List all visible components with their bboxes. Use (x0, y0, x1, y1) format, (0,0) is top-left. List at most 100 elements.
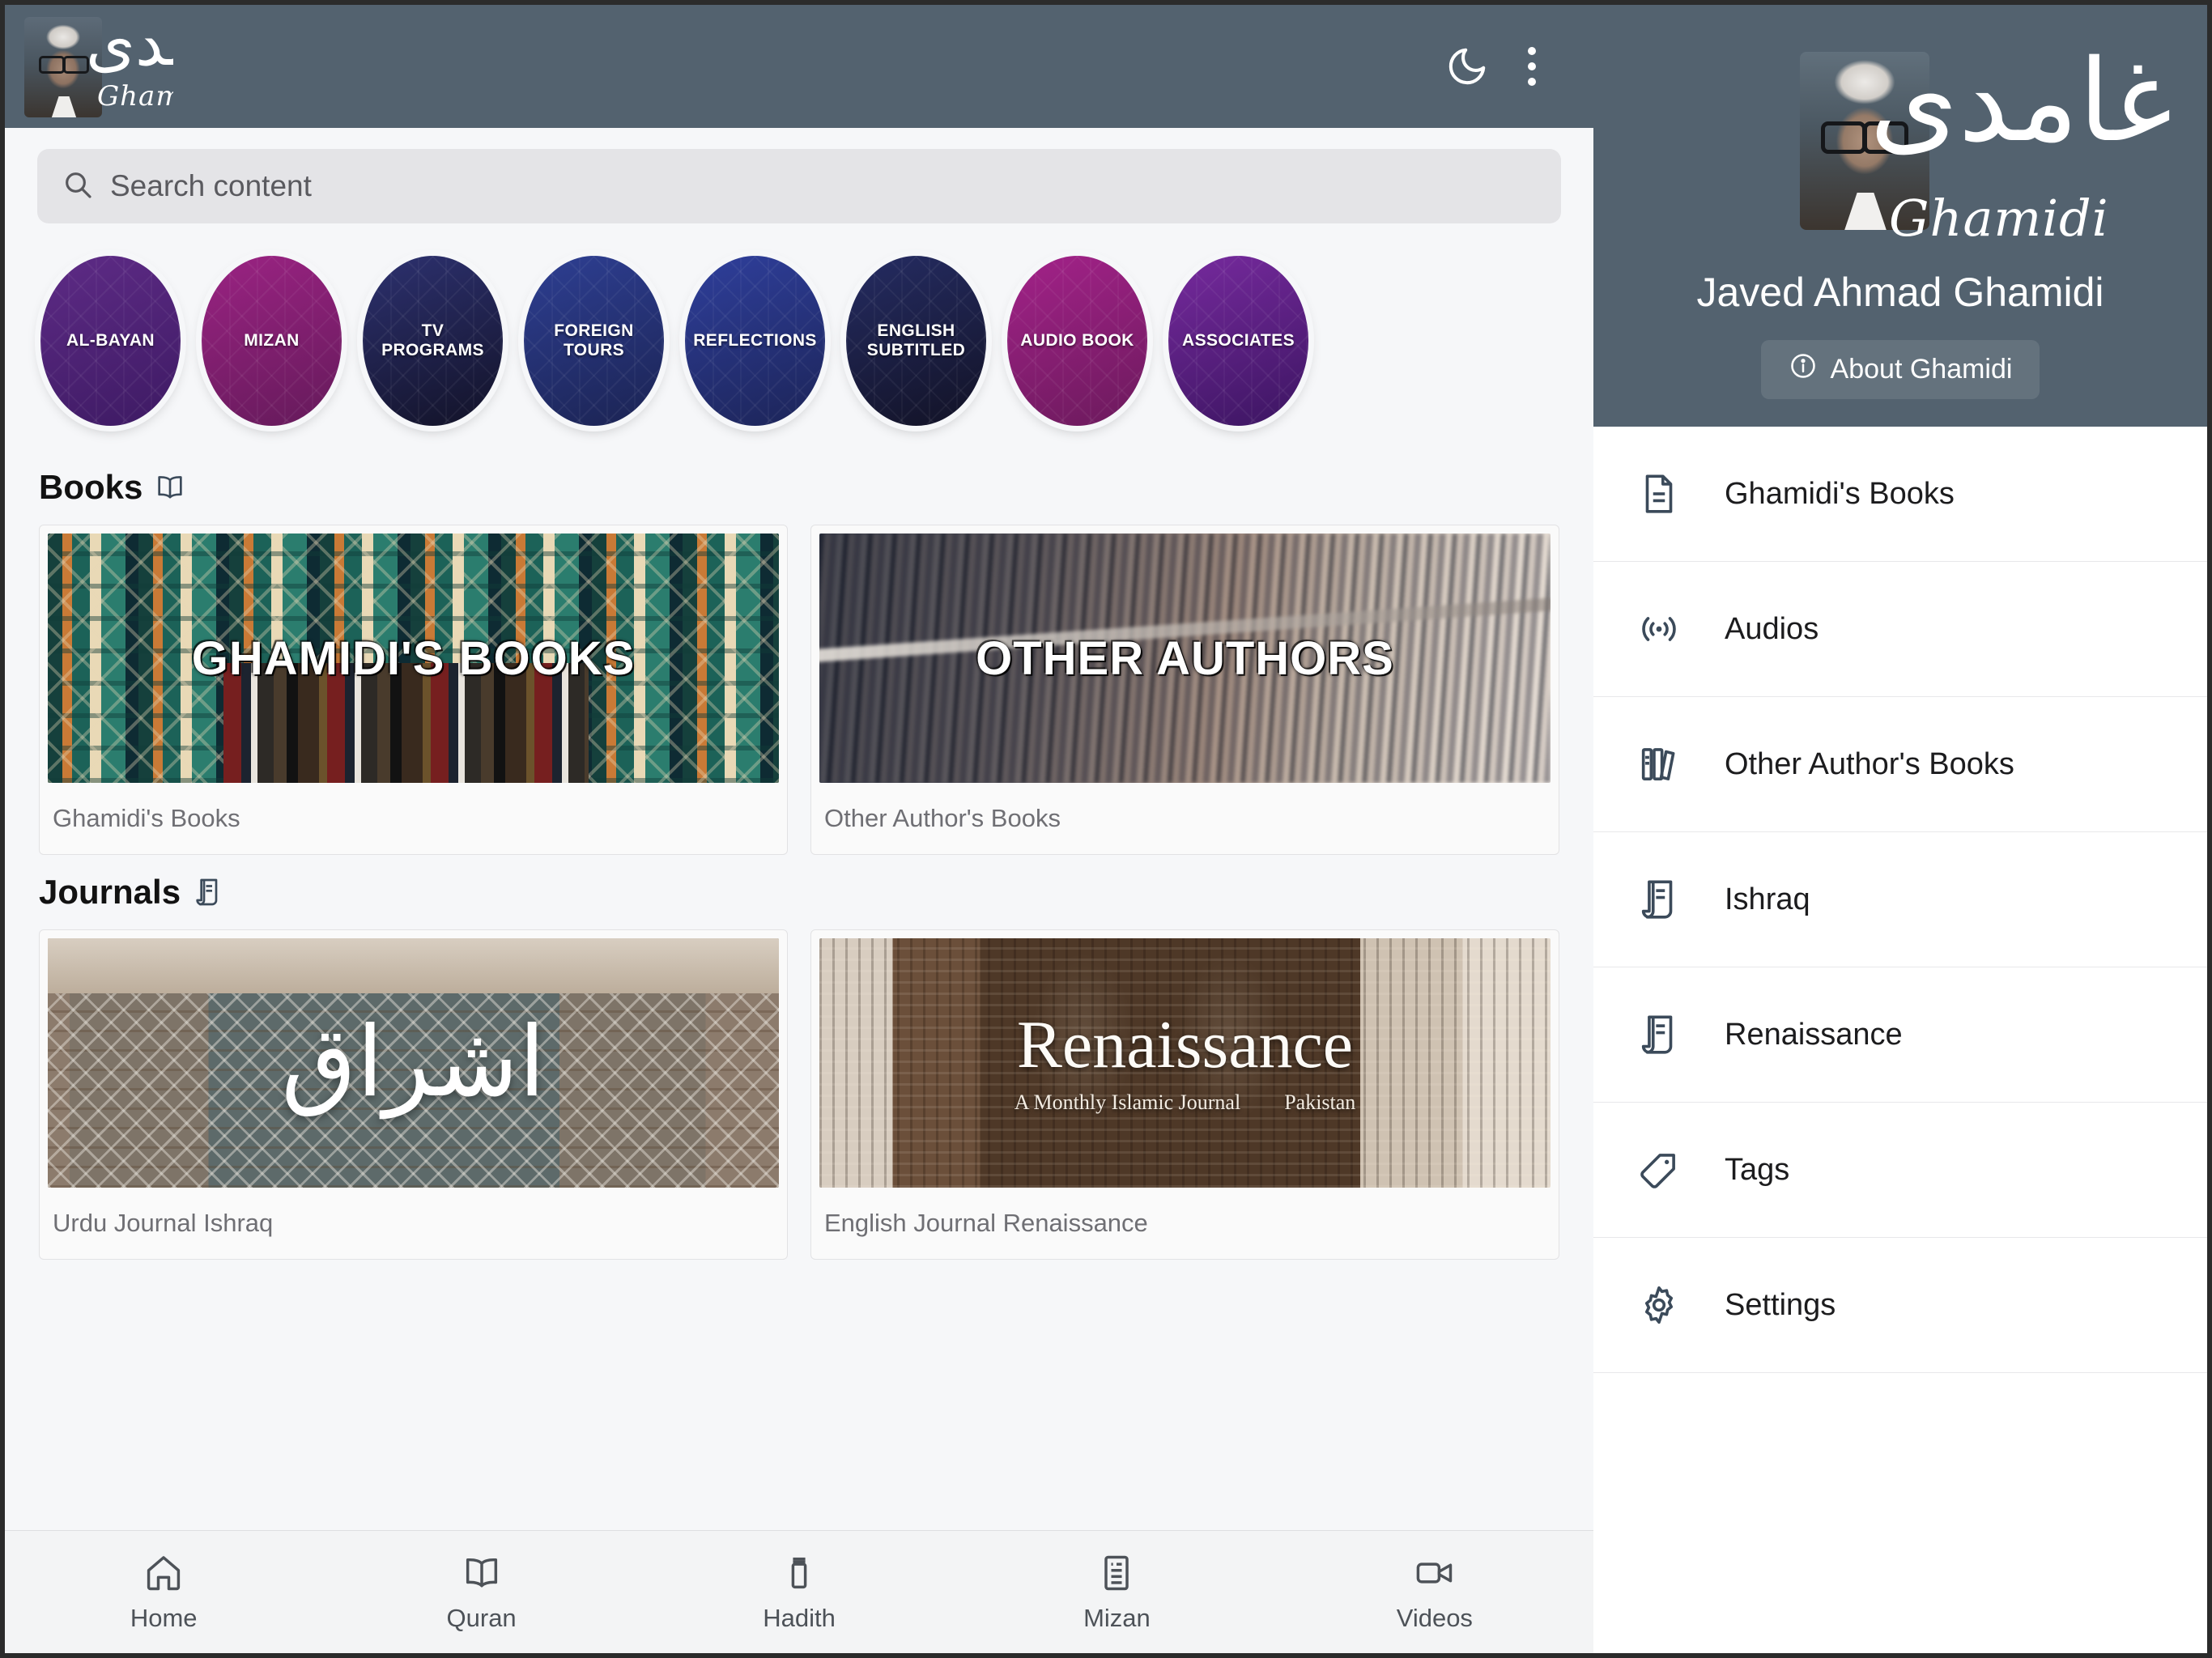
sidebar-brand-latin-text: Ghamidi (1889, 189, 2109, 248)
nav-item-videos[interactable]: Videos (1276, 1552, 1593, 1633)
sidebar-item-tags[interactable]: Tags (1593, 1103, 2207, 1238)
app-header: غامدی Ghamidi (5, 5, 1593, 128)
about-ghamidi-label: About Ghamidi (1830, 354, 2013, 385)
sidebar-item-label: Tags (1725, 1152, 1790, 1187)
renaissance-masthead: Renaissance A Monthly Islamic Journal Pa… (1015, 1011, 1356, 1115)
category-circle[interactable]: AL-BAYAN (40, 256, 181, 426)
card-caption: Ghamidi's Books (53, 804, 240, 832)
card-other-authors[interactable]: OTHER AUTHORS Other Author's Books (810, 525, 1559, 855)
journals-cards-row: اشراق Urdu Journal Ishraq Renaissance A … (39, 929, 1559, 1260)
sidebar-item-label: Settings (1725, 1287, 1836, 1322)
nav-item-hadith[interactable]: Hadith (640, 1552, 958, 1633)
journal-icon (1636, 876, 1682, 923)
sidebar-item-ghamidis-books[interactable]: Ghamidi's Books (1593, 427, 2207, 562)
nav-item-mizan[interactable]: Mizan (958, 1552, 1275, 1633)
category-circle[interactable]: TV PROGRAMS (363, 256, 503, 426)
renaissance-subtitle-left: A Monthly Islamic Journal (1014, 1090, 1241, 1114)
category-label: TV PROGRAMS (381, 321, 484, 359)
category-label: AL-BAYAN (66, 330, 155, 350)
search-wrapper: Search content (5, 128, 1593, 238)
card-caption: Other Author's Books (824, 804, 1061, 832)
gear-icon (1636, 1282, 1682, 1329)
category-circle[interactable]: ASSOCIATES (1168, 256, 1308, 426)
sidebar-item-ishraq[interactable]: Ishraq (1593, 832, 2207, 967)
category-label: FOREIGN TOURS (554, 321, 634, 359)
brand-logo[interactable]: غامدی Ghamidi (19, 15, 173, 117)
section-journals: Journals اشراق Urdu Journal Ishraq Renai… (5, 855, 1593, 1260)
card-image: Renaissance A Monthly Islamic Journal Pa… (819, 938, 1551, 1188)
broadcast-icon (1636, 606, 1682, 653)
card-ishraq[interactable]: اشراق Urdu Journal Ishraq (39, 929, 788, 1260)
books-cards-row: GHAMIDI'S BOOKS Ghamidi's Books OTHER AU… (39, 525, 1559, 855)
card-image: اشراق (48, 938, 779, 1188)
main-pane: غامدی Ghamidi (0, 0, 1593, 1658)
section-title-journals: Journals (39, 873, 1559, 912)
category-circle[interactable]: AUDIO BOOK (1007, 256, 1147, 426)
sidebar-item-label: Audios (1725, 611, 1819, 646)
profile-name: Javed Ahmad Ghamidi (1696, 270, 2104, 315)
category-circle[interactable]: ENGLISH SUBTITLED (846, 256, 986, 426)
books-icon (1636, 741, 1682, 788)
category-circles[interactable]: AL-BAYAN MIZAN TV PROGRAMS FOREIGN TOURS… (5, 238, 1593, 450)
sidebar-menu: Ghamidi's Books Audios Other Author's Bo… (1593, 427, 2207, 1653)
category-label: ENGLISH SUBTITLED (866, 321, 966, 359)
about-ghamidi-button[interactable]: About Ghamidi (1760, 340, 2040, 399)
content-scroll-area[interactable]: Search content AL-BAYAN MIZAN TV PROGRAM… (5, 128, 1593, 1530)
search-icon (62, 168, 94, 205)
nav-label: Videos (1396, 1603, 1473, 1632)
three-dots-icon[interactable] (1499, 34, 1564, 99)
card-caption: Urdu Journal Ishraq (53, 1209, 274, 1237)
category-circle[interactable]: FOREIGN TOURS (524, 256, 664, 426)
bottom-navigation: Home Quran Hadith Mizan Videos (5, 1530, 1593, 1653)
renaissance-subtitle-row: A Monthly Islamic Journal Pakistan (1015, 1090, 1356, 1115)
app-root: غامدی Ghamidi (0, 0, 2212, 1658)
right-sidebar: غامدی Ghamidi Javed Ahmad Ghamidi About … (1593, 0, 2212, 1658)
journal-icon (192, 876, 224, 908)
open-book-icon (461, 1552, 503, 1594)
card-overlay-title: اشراق (281, 1006, 546, 1119)
card-caption: English Journal Renaissance (824, 1209, 1148, 1237)
sidebar-brand-urdu-text: غامدی (1870, 36, 2172, 168)
section-title-books: Books (39, 468, 1559, 507)
sidebar-item-label: Ghamidi's Books (1725, 476, 1955, 511)
books-section-label: Books (39, 468, 143, 506)
category-circle[interactable]: MIZAN (202, 256, 342, 426)
info-circle-icon (1789, 351, 1818, 388)
renaissance-subtitle-right: Pakistan (1284, 1090, 1356, 1114)
moon-icon[interactable] (1435, 34, 1499, 99)
card-overlay-title: Renaissance (1016, 1007, 1354, 1082)
sidebar-item-renaissance[interactable]: Renaissance (1593, 967, 2207, 1103)
sidebar-brand-logo: غامدی Ghamidi (1730, 42, 2172, 261)
brand-latin-text: Ghamidi (97, 80, 173, 113)
card-image: GHAMIDI'S BOOKS (48, 534, 779, 783)
brand-urdu-text: غامدی (86, 15, 173, 80)
sidebar-item-other-authors-books[interactable]: Other Author's Books (1593, 697, 2207, 832)
nav-label: Home (130, 1603, 198, 1632)
sidebar-item-settings[interactable]: Settings (1593, 1238, 2207, 1373)
sidebar-item-audios[interactable]: Audios (1593, 562, 2207, 697)
card-image: OTHER AUTHORS (819, 534, 1551, 783)
category-circle[interactable]: REFLECTIONS (685, 256, 825, 426)
document-icon (1636, 470, 1682, 517)
nav-item-home[interactable]: Home (5, 1552, 322, 1633)
nav-item-quran[interactable]: Quran (322, 1552, 640, 1633)
journal-icon (1636, 1011, 1682, 1058)
search-input[interactable]: Search content (37, 149, 1561, 223)
home-icon (143, 1552, 185, 1594)
sidebar-item-label: Renaissance (1725, 1017, 1903, 1052)
category-label: ASSOCIATES (1182, 330, 1295, 350)
tag-icon (1636, 1146, 1682, 1193)
scroll-icon (778, 1552, 820, 1594)
card-overlay-title: OTHER AUTHORS (976, 631, 1394, 685)
category-label: MIZAN (244, 330, 300, 350)
section-books: Books GHAMIDI'S BOOKS Ghamidi's Books OT… (5, 450, 1593, 855)
journals-section-label: Journals (39, 873, 181, 911)
video-camera-icon (1414, 1552, 1456, 1594)
sidebar-item-label: Ishraq (1725, 882, 1810, 916)
category-label: AUDIO BOOK (1020, 330, 1134, 350)
card-ghamidis-books[interactable]: GHAMIDI'S BOOKS Ghamidi's Books (39, 525, 788, 855)
open-book-icon (154, 471, 186, 504)
card-renaissance[interactable]: Renaissance A Monthly Islamic Journal Pa… (810, 929, 1559, 1260)
sidebar-item-label: Other Author's Books (1725, 746, 2014, 781)
search-placeholder: Search content (110, 169, 312, 202)
